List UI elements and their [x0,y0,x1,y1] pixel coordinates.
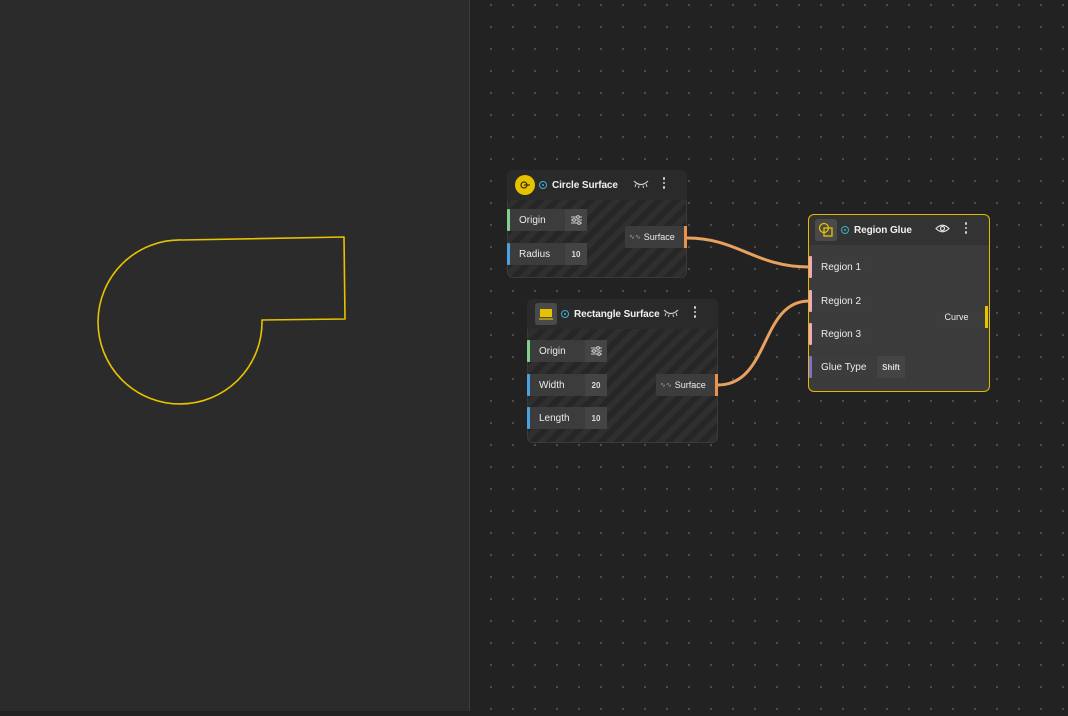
region-glue-icon [815,219,837,241]
eye-closed-icon[interactable] [633,177,649,193]
width-value[interactable]: 20 [585,374,607,396]
wave-icon: ∿∿ [660,382,672,389]
port-label: Glue Type [821,361,867,373]
input-port-region-2[interactable]: Region 2 [809,290,872,312]
input-port-radius[interactable]: Radius 10 [507,243,587,265]
node-menu-icon[interactable] [662,177,666,191]
wire-circle-to-region1 [686,236,810,269]
node-title: Rectangle Surface [574,308,660,320]
sliders-icon[interactable] [565,209,587,231]
output-port-surface[interactable]: ∿∿ Surface [656,374,718,396]
node-status-icon [841,226,849,234]
circle-surface-node[interactable]: Circle Surface Origin Radius 10 ∿∿ Surfa… [507,170,687,278]
3d-viewport[interactable] [0,0,469,711]
node-status-icon [561,310,569,318]
port-label: Origin [539,345,566,357]
input-port-origin[interactable]: Origin [507,209,587,231]
port-label: Surface [643,232,675,242]
output-port-surface[interactable]: ∿∿ Surface [625,226,687,248]
port-label: Surface [674,380,706,390]
rectangle-surface-node[interactable]: Rectangle Surface Origin Width 20 Length… [527,299,718,443]
eye-icon[interactable] [935,222,950,238]
circle-surface-icon [515,175,535,195]
node-menu-icon[interactable] [693,306,697,320]
port-label: Radius [519,248,551,260]
sliders-icon[interactable] [585,340,607,362]
shape-preview [97,236,346,405]
node-graph-canvas[interactable]: Circle Surface Origin Radius 10 ∿∿ Surfa… [470,0,1068,711]
glue-type-dropdown[interactable]: Shift [877,356,905,378]
eye-closed-icon[interactable] [663,306,679,322]
port-label: Length [539,412,570,424]
region-glue-node[interactable]: Region Glue Region 1 Region 2 Region 3 G… [808,214,990,392]
node-title: Region Glue [854,224,912,236]
node-header[interactable]: Rectangle Surface [527,299,718,329]
node-status-icon [539,181,547,189]
input-port-region-3[interactable]: Region 3 [809,323,872,345]
port-label: Region 1 [821,261,862,273]
port-label: Region 2 [821,295,862,307]
rectangle-surface-icon [535,303,557,325]
input-port-region-1[interactable]: Region 1 [809,256,872,278]
length-value[interactable]: 10 [585,407,607,429]
input-port-width[interactable]: Width 20 [527,374,607,396]
port-label: Region 3 [821,328,862,340]
node-header[interactable]: Circle Surface [507,170,687,200]
wire-rectangle-to-region2 [717,299,810,387]
input-port-origin[interactable]: Origin [527,340,607,362]
wave-icon: ∿∿ [629,234,641,241]
node-title: Circle Surface [552,179,618,191]
node-menu-icon[interactable] [964,222,968,236]
glued-curve-outline [97,236,346,405]
port-label: Width [539,379,565,391]
radius-value[interactable]: 10 [565,243,587,265]
node-header[interactable]: Region Glue [809,215,989,245]
port-label: Curve [944,312,969,322]
output-port-curve[interactable]: Curve [929,306,988,328]
input-port-glue-type[interactable]: Glue Type Shift [809,356,905,378]
port-label: Origin [519,214,546,226]
input-port-length[interactable]: Length 10 [527,407,607,429]
